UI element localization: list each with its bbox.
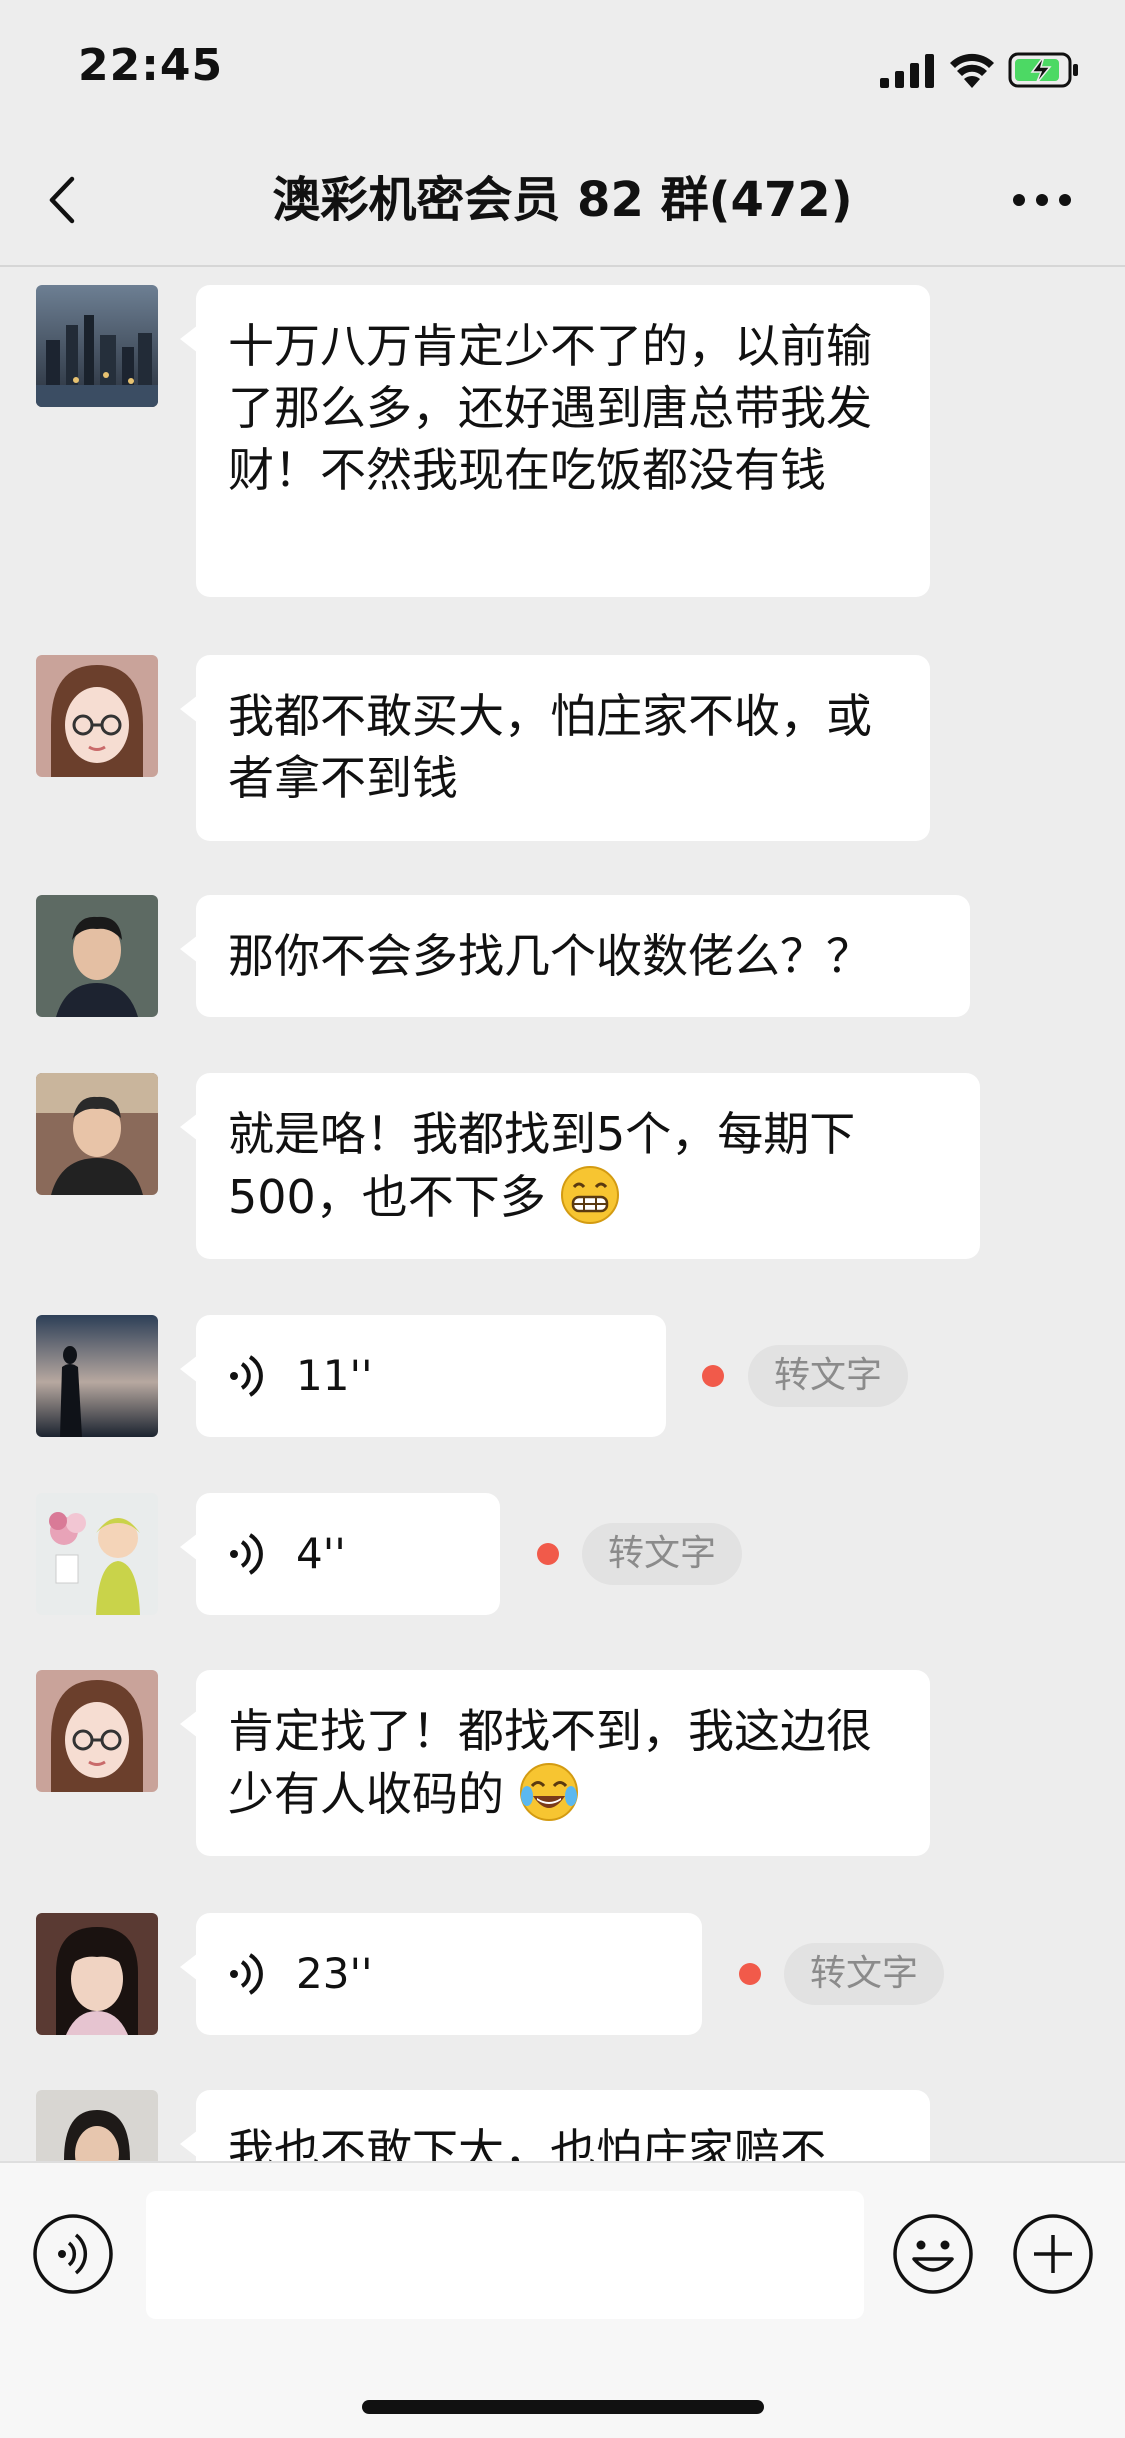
message-text: 我也不敢下大，也怕庄家赔不 — [228, 2124, 826, 2161]
man-selfie-avatar[interactable] — [36, 1073, 158, 1195]
message-list[interactable]: 十万八万肯定少不了的，以前输了那么多，还好遇到唐总带我发财！不然我现在吃饭都没有… — [0, 265, 1125, 2161]
voice-wave-icon — [230, 1355, 263, 1397]
input-bar — [0, 2161, 1125, 2438]
message-text: 就是咯！我都找到5个，每期下500，也不下多 — [228, 1107, 856, 1224]
chat-title: 澳彩机密会员 82 群(472) — [272, 172, 853, 228]
baby-flowers-avatar[interactable] — [36, 1493, 158, 1615]
unread-dot — [537, 1543, 559, 1565]
message-bubble[interactable]: 我都不敢买大，怕庄家不收，或者拿不到钱 — [180, 655, 930, 841]
more-dots-icon[interactable] — [1012, 190, 1072, 210]
home-indicator[interactable] — [362, 2400, 764, 2414]
chevron-left-icon[interactable] — [42, 175, 86, 225]
battery-charging-icon — [1008, 52, 1078, 88]
sunset-silhouette-avatar[interactable] — [36, 1315, 158, 1437]
voice-mode-icon[interactable] — [32, 2213, 114, 2295]
voice-message-bubble[interactable]: 4'' — [180, 1493, 500, 1615]
tears-of-joy-emoji-icon — [519, 1763, 578, 1821]
voice-message-bubble[interactable]: 11'' — [180, 1315, 666, 1437]
cellular-signal-icon — [880, 54, 934, 88]
wifi-icon — [950, 53, 994, 88]
plus-icon[interactable] — [1012, 2213, 1094, 2295]
girl-portrait-avatar[interactable] — [36, 1913, 158, 2035]
grin-emoji-icon — [561, 1166, 620, 1224]
young-man-avatar[interactable] — [36, 895, 158, 1017]
message-text: 我都不敢买大，怕庄家不收，或者拿不到钱 — [228, 689, 872, 805]
message-bubble[interactable]: 那你不会多找几个收数佬么？？ — [180, 895, 970, 1017]
voice-duration: 23'' — [296, 1949, 373, 1998]
smiley-icon[interactable] — [892, 2213, 974, 2295]
voice-wave-icon — [230, 1533, 263, 1575]
message-bubble[interactable]: 我也不敢下大，也怕庄家赔不 — [180, 2090, 930, 2161]
glasses-girl-avatar[interactable] — [36, 655, 158, 777]
unread-dot — [702, 1365, 724, 1387]
convert-to-text-button[interactable]: 转文字 — [784, 1943, 945, 2005]
message-text: 那你不会多找几个收数佬么？？ — [228, 929, 872, 983]
convert-to-text-button[interactable]: 转文字 — [582, 1523, 743, 1585]
message-text: 十万八万肯定少不了的，以前输了那么多，还好遇到唐总带我发财！不然我现在吃饭都没有… — [228, 319, 872, 497]
status-bar: 22:45 — [0, 0, 1125, 135]
city-skyline-avatar[interactable] — [36, 285, 158, 407]
message-bubble[interactable]: 就是咯！我都找到5个，每期下500，也不下多 — [180, 1073, 980, 1259]
voice-wave-icon — [230, 1953, 263, 1995]
glasses-girl-avatar[interactable] — [36, 1670, 158, 1792]
voice-duration: 4'' — [296, 1529, 346, 1578]
nav-bar: 澳彩机密会员 82 群(472) — [0, 135, 1125, 267]
voice-message-bubble[interactable]: 23'' — [180, 1913, 702, 2035]
woman-portrait-avatar[interactable] — [36, 2090, 158, 2161]
message-bubble[interactable]: 肯定找了！都找不到，我这边很少有人收码的 — [180, 1670, 930, 1856]
message-bubble[interactable]: 十万八万肯定少不了的，以前输了那么多，还好遇到唐总带我发财！不然我现在吃饭都没有… — [180, 285, 930, 597]
convert-to-text-button[interactable]: 转文字 — [748, 1345, 909, 1407]
status-time: 22:45 — [78, 40, 224, 91]
unread-dot — [739, 1963, 761, 1985]
voice-duration: 11'' — [296, 1351, 373, 1400]
message-input[interactable] — [146, 2191, 864, 2319]
